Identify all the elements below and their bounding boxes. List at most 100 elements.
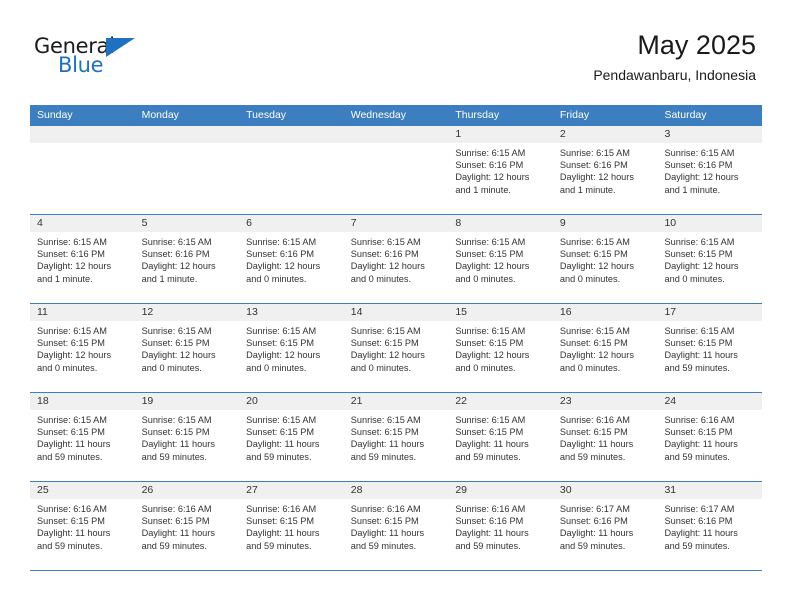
sunrise-text: Sunrise: 6:15 AM — [141, 415, 212, 425]
calendar-week-row: 11 Sunrise: 6:15 AM Sunset: 6:15 PM Dayligh… — [30, 304, 763, 393]
sunset-text: Sunset: 6:16 PM — [559, 160, 628, 171]
sunset-text: Sunset: 6:15 PM — [455, 249, 524, 260]
sunrise-text: Sunrise: 6:16 AM — [664, 415, 735, 425]
calendar-day-cell[interactable]: 4 Sunrise: 6:15 AM Sunset: 6:16 PM Daylight… — [30, 215, 135, 303]
day-sun-info: Sunrise: 6:15 AM Sunset: 6:15 PM Daylight:… — [135, 410, 240, 463]
day-sun-info: Sunrise: 6:15 AM Sunset: 6:15 PM Daylight:… — [344, 410, 449, 463]
sunset-text: Sunset: 6:16 PM — [246, 249, 315, 260]
daylight-text: Daylight: 12 hours and 1 minute. — [37, 261, 112, 284]
calendar-day-cell[interactable]: 28 Sunrise: 6:16 AM Sunset: 6:15 PM Dayligh… — [343, 482, 449, 570]
calendar-day-cell[interactable]: 26 Sunrise: 6:16 AM Sunset: 6:15 PM Dayligh… — [134, 482, 240, 570]
day-sun-info: Sunrise: 6:15 AM Sunset: 6:15 PM Daylight:… — [448, 321, 553, 374]
day-sun-info: Sunrise: 6:15 AM Sunset: 6:15 PM Daylight:… — [448, 410, 553, 463]
calendar-day-cell[interactable]: 3 Sunrise: 6:15 AM Sunset: 6:16 PM Daylight… — [657, 126, 763, 214]
page-header: General Blue May 2025 Pendawanbaru, Indo… — [0, 0, 792, 104]
calendar-week-row: 1 Sunrise: 6:15 AM Sunset: 6:16 PM Daylight… — [30, 126, 763, 215]
calendar-day-cell[interactable]: 10 Sunrise: 6:15 AM Sunset: 6:15 PM Dayligh… — [657, 215, 763, 303]
day-number: 21 — [343, 393, 449, 410]
calendar-day-cell[interactable]: 24 Sunrise: 6:16 AM Sunset: 6:15 PM Dayligh… — [657, 393, 763, 481]
sunset-text: Sunset: 6:16 PM — [350, 249, 419, 260]
sunrise-text: Sunrise: 6:16 AM — [350, 504, 421, 514]
calendar-day-cell[interactable]: 29 Sunrise: 6:16 AM Sunset: 6:16 PM Dayligh… — [448, 482, 553, 570]
day-of-week-header: Sunday Monday Tuesday Wednesday Thursday Frid… — [30, 105, 762, 126]
sunset-text: Sunset: 6:15 PM — [246, 516, 315, 527]
day-of-week-wednesday: Wednesday — [350, 109, 406, 121]
sunset-text: Sunset: 6:15 PM — [246, 338, 315, 349]
day-sun-info: Sunrise: 6:15 AM Sunset: 6:16 PM Daylight:… — [30, 232, 135, 285]
calendar-day-cell[interactable]: 8 Sunrise: 6:15 AM Sunset: 6:15 PM Daylight… — [448, 215, 553, 303]
sunset-text: Sunset: 6:15 PM — [664, 249, 733, 260]
calendar-week-row: 25 Sunrise: 6:16 AM Sunset: 6:15 PM Dayligh… — [30, 482, 763, 571]
calendar-day-cell[interactable]: 25 Sunrise: 6:16 AM Sunset: 6:15 PM Dayligh… — [30, 482, 135, 570]
sunrise-text: Sunrise: 6:15 AM — [246, 326, 317, 336]
sunrise-text: Sunrise: 6:16 AM — [246, 504, 317, 514]
sunrise-text: Sunrise: 6:15 AM — [664, 148, 735, 158]
calendar-day-cell[interactable]: 16 Sunrise: 6:15 AM Sunset: 6:15 PM Dayligh… — [552, 304, 658, 392]
day-number: 1 — [448, 126, 553, 143]
sunset-text: Sunset: 6:15 PM — [350, 427, 419, 438]
calendar-day-cell[interactable]: 13 Sunrise: 6:15 AM Sunset: 6:15 PM Dayligh… — [239, 304, 344, 392]
sunset-text: Sunset: 6:15 PM — [37, 427, 105, 438]
day-sun-info: Sunrise: 6:15 AM Sunset: 6:15 PM Daylight:… — [344, 321, 449, 374]
sunrise-text: Sunrise: 6:15 AM — [664, 326, 735, 336]
sunrise-text: Sunrise: 6:15 AM — [37, 237, 107, 247]
calendar-day-cell-empty — [30, 126, 135, 214]
calendar-day-cell[interactable]: 31 Sunrise: 6:17 AM Sunset: 6:16 PM Dayligh… — [657, 482, 763, 570]
day-sun-info: Sunrise: 6:15 AM Sunset: 6:15 PM Daylight:… — [30, 410, 135, 463]
sunrise-text: Sunrise: 6:15 AM — [37, 326, 107, 336]
calendar-day-cell[interactable]: 19 Sunrise: 6:15 AM Sunset: 6:15 PM Dayligh… — [134, 393, 240, 481]
day-number: 11 — [30, 304, 135, 321]
daylight-text: Daylight: 12 hours and 0 minutes. — [350, 261, 425, 284]
calendar-page: General Blue May 2025 Pendawanbaru, Indo… — [0, 0, 792, 612]
day-sun-info: Sunrise: 6:16 AM Sunset: 6:15 PM Daylight:… — [657, 410, 762, 463]
day-sun-info: Sunrise: 6:15 AM Sunset: 6:15 PM Daylight:… — [239, 321, 344, 374]
calendar-day-cell[interactable]: 15 Sunrise: 6:15 AM Sunset: 6:15 PM Dayligh… — [448, 304, 553, 392]
sunset-text: Sunset: 6:15 PM — [664, 338, 733, 349]
calendar-day-cell[interactable]: 21 Sunrise: 6:15 AM Sunset: 6:15 PM Dayligh… — [343, 393, 449, 481]
day-sun-info: Sunrise: 6:15 AM Sunset: 6:15 PM Daylight:… — [239, 410, 344, 463]
day-of-week-tuesday: Tuesday — [246, 109, 287, 121]
calendar-day-cell[interactable]: 17 Sunrise: 6:15 AM Sunset: 6:15 PM Dayligh… — [657, 304, 763, 392]
sunrise-text: Sunrise: 6:15 AM — [559, 237, 630, 247]
day-sun-info: Sunrise: 6:15 AM Sunset: 6:15 PM Daylight:… — [135, 321, 240, 374]
calendar-day-cell-empty — [134, 126, 240, 214]
day-number: 23 — [552, 393, 658, 410]
day-sun-info: Sunrise: 6:15 AM Sunset: 6:15 PM Daylight:… — [657, 232, 762, 285]
calendar-day-cell[interactable]: 11 Sunrise: 6:15 AM Sunset: 6:15 PM Dayligh… — [30, 304, 135, 392]
day-sun-info: Sunrise: 6:15 AM Sunset: 6:15 PM Daylight:… — [657, 321, 762, 374]
sunset-text: Sunset: 6:15 PM — [664, 427, 733, 438]
calendar-day-cell[interactable]: 6 Sunrise: 6:15 AM Sunset: 6:16 PM Daylight… — [239, 215, 344, 303]
calendar-day-cell[interactable]: 18 Sunrise: 6:15 AM Sunset: 6:15 PM Dayligh… — [30, 393, 135, 481]
calendar-day-cell[interactable]: 7 Sunrise: 6:15 AM Sunset: 6:16 PM Daylight… — [343, 215, 449, 303]
calendar-day-cell[interactable]: 9 Sunrise: 6:15 AM Sunset: 6:15 PM Daylight… — [552, 215, 658, 303]
calendar-day-cell[interactable]: 22 Sunrise: 6:15 AM Sunset: 6:15 PM Dayligh… — [448, 393, 553, 481]
calendar-day-cell[interactable]: 5 Sunrise: 6:15 AM Sunset: 6:16 PM Daylight… — [134, 215, 240, 303]
calendar-week-row: 4 Sunrise: 6:15 AM Sunset: 6:16 PM Daylight… — [30, 215, 763, 304]
day-number: 8 — [448, 215, 553, 232]
calendar-day-cell[interactable]: 30 Sunrise: 6:17 AM Sunset: 6:16 PM Dayligh… — [552, 482, 658, 570]
daylight-text: Daylight: 12 hours and 0 minutes. — [664, 261, 739, 284]
calendar-day-cell[interactable]: 23 Sunrise: 6:16 AM Sunset: 6:15 PM Dayligh… — [552, 393, 658, 481]
calendar-day-cell[interactable]: 14 Sunrise: 6:15 AM Sunset: 6:15 PM Dayligh… — [343, 304, 449, 392]
sunrise-text: Sunrise: 6:15 AM — [246, 415, 317, 425]
calendar-day-cell[interactable]: 20 Sunrise: 6:15 AM Sunset: 6:15 PM Dayligh… — [239, 393, 344, 481]
sunset-text: Sunset: 6:15 PM — [559, 249, 628, 260]
daylight-text: Daylight: 11 hours and 59 minutes. — [37, 439, 111, 462]
calendar-day-cell[interactable]: 27 Sunrise: 6:16 AM Sunset: 6:15 PM Dayligh… — [239, 482, 344, 570]
sunrise-text: Sunrise: 6:15 AM — [455, 326, 526, 336]
sunrise-text: Sunrise: 6:15 AM — [141, 326, 212, 336]
calendar-day-cell[interactable]: 2 Sunrise: 6:15 AM Sunset: 6:16 PM Daylight… — [552, 126, 658, 214]
calendar-day-cell[interactable]: 1 Sunrise: 6:15 AM Sunset: 6:16 PM Daylight… — [448, 126, 553, 214]
sunrise-text: Sunrise: 6:15 AM — [455, 148, 526, 158]
sunrise-text: Sunrise: 6:16 AM — [455, 504, 526, 514]
sunrise-text: Sunrise: 6:17 AM — [559, 504, 630, 514]
calendar-day-cell[interactable]: 12 Sunrise: 6:15 AM Sunset: 6:15 PM Dayligh… — [134, 304, 240, 392]
calendar-day-cell-empty — [239, 126, 344, 214]
daylight-text: Daylight: 11 hours and 59 minutes. — [246, 439, 320, 462]
sunrise-text: Sunrise: 6:16 AM — [141, 504, 212, 514]
sunrise-text: Sunrise: 6:15 AM — [350, 237, 421, 247]
general-blue-logo[interactable]: General Blue — [34, 34, 174, 84]
day-number: 13 — [239, 304, 344, 321]
day-sun-info: Sunrise: 6:16 AM Sunset: 6:15 PM Daylight:… — [239, 499, 344, 552]
daylight-text: Daylight: 12 hours and 0 minutes. — [246, 261, 321, 284]
